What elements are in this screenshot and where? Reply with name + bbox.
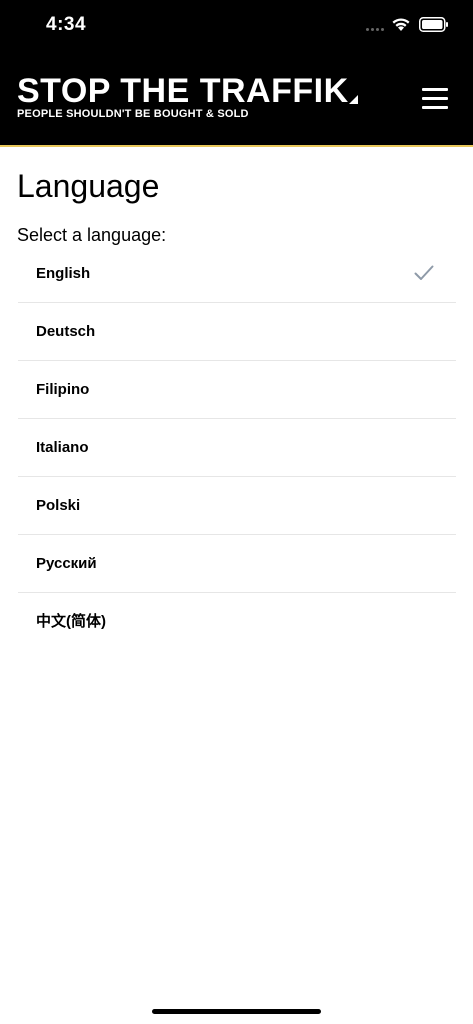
checkmark-icon (414, 265, 434, 280)
language-label: Deutsch (36, 323, 96, 340)
language-label: Русский (36, 555, 97, 572)
home-indicator[interactable] (152, 1009, 321, 1014)
brand-tagline: PEOPLE SHOULDN'T BE BOUGHT & SOLD (17, 108, 249, 120)
triangle-mark-icon (349, 95, 358, 104)
app-header: 4:34 STOP THE TRAFFIK PEOPLE SHOULDN'T B… (0, 0, 473, 145)
language-label: 中文(简体) (36, 613, 106, 630)
header-accent-line (0, 145, 473, 147)
language-item-russian[interactable]: Русский (18, 535, 456, 593)
language-label: Filipino (36, 381, 90, 398)
language-item-polski[interactable]: Polski (18, 477, 456, 535)
language-list: English Deutsch Filipino Italiano Polski… (18, 245, 456, 650)
language-label: Polski (36, 497, 81, 514)
page-title: Language (17, 168, 160, 204)
wifi-icon (392, 18, 410, 31)
language-item-italiano[interactable]: Italiano (18, 419, 456, 477)
page-subtitle: Select a language: (17, 225, 167, 245)
battery-icon (419, 17, 448, 32)
language-item-filipino[interactable]: Filipino (18, 361, 456, 419)
cellular-signal-icon (366, 28, 384, 31)
language-label: Italiano (36, 439, 89, 456)
status-time: 4:34 (46, 14, 87, 35)
language-label: English (36, 265, 91, 282)
language-item-deutsch[interactable]: Deutsch (18, 303, 456, 361)
hamburger-menu-icon[interactable] (420, 86, 452, 112)
language-item-english[interactable]: English (18, 245, 456, 303)
language-item-chinese-simplified[interactable]: 中文(简体) (18, 593, 456, 650)
brand-title: STOP THE TRAFFIK (17, 72, 349, 110)
